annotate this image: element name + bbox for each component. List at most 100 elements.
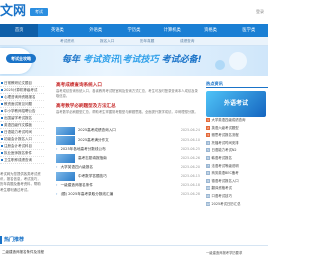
list-item[interactable]: 2025高考成绩查询入口 2025-06-24 xyxy=(56,126,200,136)
left-list-item[interactable]: 中小学教师招聘公告 xyxy=(0,108,44,115)
list-item[interactable]: › 2025年各地高考分数线公布 2025-06-25 xyxy=(56,145,200,154)
bottom-link[interactable]: 二级建造师报名条件及流程 xyxy=(2,250,44,255)
ranked-item[interactable]: 6 韩语考试报名 xyxy=(206,155,268,163)
bottom-link[interactable]: 一级建造师报考学历要求 xyxy=(206,250,242,255)
arrow-icon: › xyxy=(56,165,58,169)
ranked-item[interactable]: 8 商务英语BEC备考 xyxy=(206,170,268,178)
banner-slogan: 每年 考试资讯|考试技巧 考试必备! xyxy=(62,52,232,68)
ranked-item-label: 韩语考试报名 xyxy=(211,155,232,160)
rank-badge: 9 xyxy=(206,178,210,183)
ranked-item[interactable]: 5 日语能力考试N2 xyxy=(206,147,268,155)
list-item-date: 2025-06-15 xyxy=(180,173,200,178)
list-item-title: 2025年各地高考分数线公布 xyxy=(60,147,106,151)
list-item[interactable]: 2025高考满分作文 2025-06-10 xyxy=(56,136,200,146)
subnav-item[interactable]: 报名入口 xyxy=(100,39,114,44)
bottom-section-title: 热门推荐 xyxy=(0,236,44,244)
banner-tag: 考试全攻略 xyxy=(6,54,36,63)
bullet-icon xyxy=(1,96,3,98)
banner-decoration xyxy=(215,52,247,70)
right-column: 热点资讯 外语考试 1 大学英语四级成绩查询 2 英语六级考试题型 3 雅思考试报名流… xyxy=(206,80,268,240)
middle-column: 高考成绩查询系统入口 高考成绩查询系统入口，各省教育考试院官网及查询方式汇总，考… xyxy=(56,82,200,250)
list-item[interactable]: 中考数学答题技巧 2025-06-15 xyxy=(56,172,200,182)
ranked-item-label: 商务英语BEC备考 xyxy=(211,171,239,176)
rank-badge: 11 xyxy=(206,193,210,198)
rank-badge: 8 xyxy=(206,171,210,176)
right-section-title: 热点资讯 xyxy=(206,80,268,88)
rank-badge: 10 xyxy=(206,186,210,191)
ranked-item[interactable]: 11 口语考试技巧 xyxy=(206,193,268,201)
arrow-icon: › xyxy=(56,183,58,187)
list-item[interactable]: 高考志愿填报指南 2025-06-26 xyxy=(56,154,200,164)
slogan-part: 每年 xyxy=(62,55,81,65)
bullet-icon xyxy=(1,152,3,154)
bullet-icon xyxy=(1,82,3,84)
ranked-item-label: 大学英语四级成绩查询 xyxy=(211,118,246,122)
bullet-icon xyxy=(1,138,3,140)
ranked-item[interactable]: 1 大学英语四级成绩查询 xyxy=(206,117,268,125)
subnav-item[interactable]: 考试资讯 xyxy=(60,39,74,44)
bullet-icon xyxy=(1,89,3,91)
nav-item-home[interactable]: 首页 xyxy=(0,24,39,37)
top-header: 文网 考试 登录 xyxy=(0,0,268,24)
left-list-label: 初级会计报名入口 xyxy=(4,137,32,141)
list-item-date: 2025-06-20 xyxy=(180,165,200,169)
left-list-item[interactable]: 教资面试常见问题 xyxy=(0,101,44,108)
left-list-item[interactable]: 出国留学考试报名 xyxy=(0,115,44,122)
ranked-item[interactable]: 12 2025考试日历汇总 xyxy=(206,201,268,209)
list-item-date: 2025-06-28 xyxy=(180,191,200,196)
left-list-item[interactable]: 英语四级作文模板 xyxy=(0,122,44,129)
list-item-title: 高考志愿填报指南 xyxy=(78,155,107,160)
rank-badge: 7 xyxy=(206,163,210,168)
left-list-label: 注册会计考试科目 xyxy=(4,144,32,148)
nav-item-foreign[interactable]: 外语类 xyxy=(77,24,115,37)
site-logo[interactable]: 文网 xyxy=(0,4,28,20)
right-promo-banner[interactable]: 外语考试 xyxy=(206,91,266,117)
ranked-item[interactable]: 10 翻译资格考试 xyxy=(206,185,268,193)
nav-item-computer[interactable]: 计算机类 xyxy=(153,24,191,37)
ranked-item-label: 翻译资格考试 xyxy=(211,186,232,191)
ranked-item[interactable]: 3 雅思考试报名流程 xyxy=(206,132,268,140)
list-item[interactable]: › 大学英语四六级报名 2025-06-20 xyxy=(56,163,200,172)
nav-item-qualification[interactable]: 资格类 xyxy=(191,24,229,37)
section-divider xyxy=(0,245,268,246)
subnav-item[interactable]: 成绩查询 xyxy=(180,39,194,44)
left-list-item[interactable]: 2025计算机等级考试 xyxy=(0,87,44,94)
nav-item-english[interactable]: 英语类 xyxy=(38,24,76,37)
left-list-item[interactable]: 日语能力考试时间 xyxy=(0,129,44,136)
ranked-item[interactable]: 2 英语六级考试题型 xyxy=(206,125,268,133)
arrow-icon: › xyxy=(56,147,58,151)
left-column: 日常教研论文题目 2025计算机等级考试 心理咨询师资格报名 教资面试常见问题 … xyxy=(0,80,44,210)
left-list-item[interactable]: 心理咨询师资格报名 xyxy=(0,94,44,101)
left-list-item[interactable]: 卫生职称成绩查询 xyxy=(0,157,44,164)
list-item-date: 2025-06-25 xyxy=(180,147,200,151)
ranked-item[interactable]: 7 法语考试等级说明 xyxy=(206,163,268,171)
nav-item-degree[interactable]: 学历类 xyxy=(115,24,153,37)
ranked-item[interactable]: 4 托福考试时间安排 xyxy=(206,140,268,148)
login-link[interactable]: 登录 xyxy=(256,9,264,15)
left-list-label: 日常教研论文题目 xyxy=(4,81,32,85)
ranked-item[interactable]: 9 德语考试报名入口 xyxy=(206,178,268,186)
headline-link[interactable]: 高考数学必刷题型及方法汇总 xyxy=(56,103,200,110)
list-item-date: 2025-06-18 xyxy=(180,183,200,187)
list-item[interactable]: › (题) 2025年高考录取分数线汇编 2025-06-28 xyxy=(56,190,200,199)
nav-item-medical[interactable]: 医学类 xyxy=(230,24,268,37)
bullet-icon xyxy=(1,124,3,126)
left-list-label: 出国留学考试报名 xyxy=(4,116,32,120)
ranked-item-label: 法语考试等级说明 xyxy=(211,163,239,168)
rank-badge: 5 xyxy=(206,148,210,153)
subnav-item[interactable]: 历年真题 xyxy=(140,39,154,44)
list-item-date: 2025-06-26 xyxy=(180,155,200,160)
left-list-item[interactable]: 执业医师报名条件 xyxy=(0,150,44,157)
left-list-item[interactable]: 注册会计考试科目 xyxy=(0,143,44,150)
rank-badge: 1 xyxy=(206,118,210,122)
promo-banner[interactable]: 考试全攻略 每年 考试资讯|考试技巧 考试必备! xyxy=(0,46,268,76)
left-list-item[interactable]: 日常教研论文题目 xyxy=(0,80,44,87)
left-list-item[interactable]: 初级会计报名入口 xyxy=(0,136,44,143)
slogan-part: 考试资讯|考试技巧 xyxy=(83,55,159,65)
ranked-item-label: 2025考试日历汇总 xyxy=(211,201,241,206)
headline-link[interactable]: 高考成绩查询系统入口 xyxy=(56,82,200,89)
ranked-item-label: 日语能力考试N2 xyxy=(211,148,237,153)
left-list-label: 教资面试常见问题 xyxy=(4,102,32,106)
list-item[interactable]: › 一级建造师报名条件 2025-06-18 xyxy=(56,181,200,190)
rank-badge: 2 xyxy=(206,125,210,130)
